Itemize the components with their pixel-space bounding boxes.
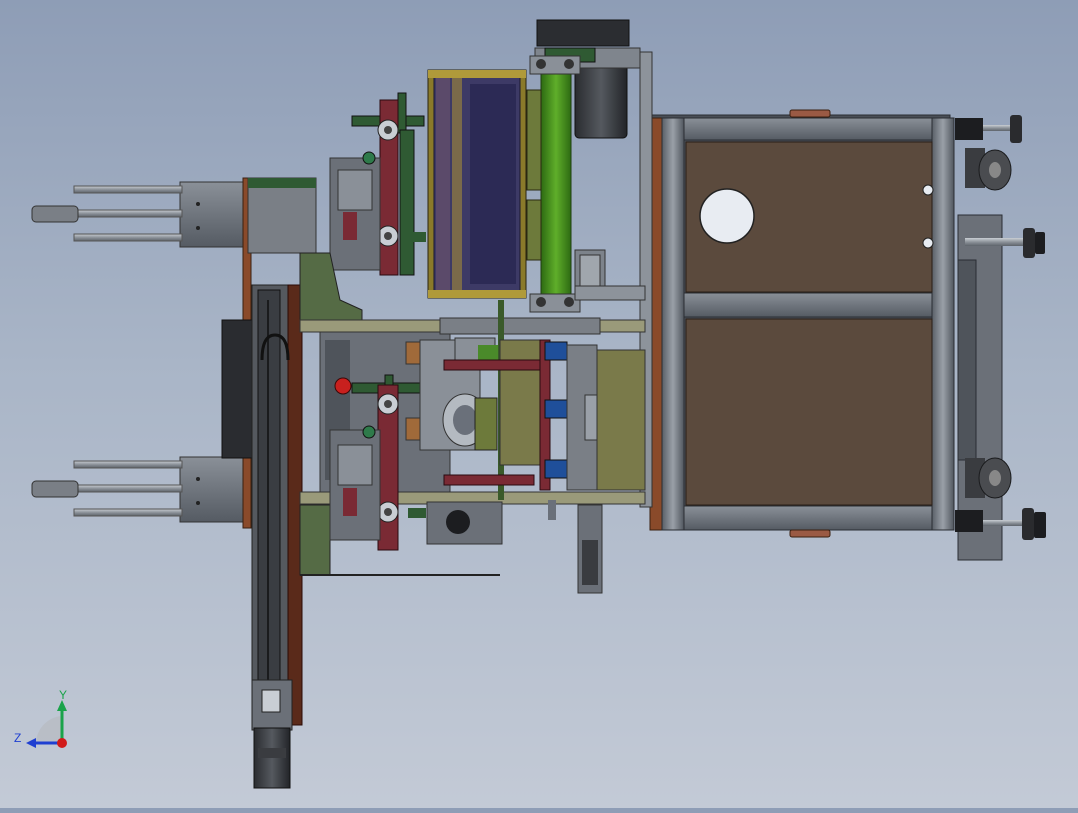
triad-y-label: Y	[59, 688, 67, 702]
olive-side-block-2	[526, 199, 542, 261]
panel-small-hole-1	[922, 184, 934, 196]
vertical-linear-axis	[221, 284, 303, 789]
side-bracket-inner	[957, 259, 977, 461]
crossbar-top	[574, 285, 646, 301]
green-shaft	[540, 67, 572, 297]
upper-gray-block	[247, 177, 317, 254]
cabinet-right-post	[931, 117, 955, 531]
cabinet-mid-rail	[661, 292, 938, 318]
foot-top	[955, 115, 1022, 143]
olive-side-block	[526, 89, 542, 191]
triad-x-axis	[57, 738, 67, 748]
cad-viewport[interactable]: Y Z	[0, 0, 1078, 808]
red-indicator	[334, 377, 352, 395]
panel-round-cutout	[699, 188, 755, 244]
panel-small-hole-2	[922, 237, 934, 249]
caster-bottom	[965, 457, 1012, 499]
lower-brown-panel	[685, 318, 933, 506]
main-cabinet	[649, 109, 955, 538]
motor-cap	[536, 19, 630, 47]
coordinate-triad: Y Z	[14, 688, 67, 748]
bottom-handle	[789, 529, 831, 538]
center-mechanism	[419, 300, 646, 594]
navy-window-panel	[427, 69, 527, 299]
cabinet-left-post	[661, 117, 685, 531]
top-handle	[789, 109, 831, 118]
lower-cylinder	[31, 456, 249, 523]
upper-gripper	[329, 92, 426, 276]
upper-cylinder	[31, 181, 249, 248]
caster-top	[965, 148, 1012, 191]
cabinet-top-rail	[661, 117, 938, 141]
cabinet-bottom-rail	[661, 505, 938, 531]
triad-z-label: Z	[14, 731, 21, 745]
cabinet-feet	[955, 115, 1046, 561]
machine-assembly-drawing: Y Z	[14, 19, 1046, 789]
